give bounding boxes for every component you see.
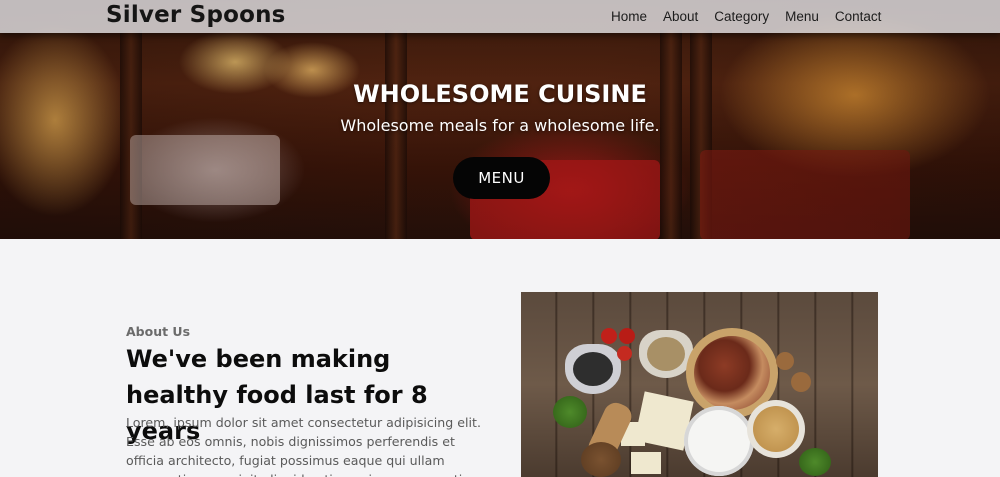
nav-home[interactable]: Home (611, 9, 647, 24)
main-nav: Home About Category Menu Contact (611, 9, 897, 24)
food-milk-glass (684, 406, 754, 476)
nav-category[interactable]: Category (714, 9, 769, 24)
about-eyebrow: About Us (126, 324, 191, 339)
food-bowl (647, 337, 685, 371)
food-bowl (753, 406, 799, 452)
nav-about[interactable]: About (663, 9, 698, 24)
brand-logo[interactable]: Silver Spoons (106, 2, 286, 28)
food-bowl (694, 336, 770, 410)
food-broccoli (553, 396, 587, 428)
food-tomato (617, 346, 632, 361)
food-walnut (791, 372, 811, 392)
hero-title: WHOLESOME CUISINE (353, 80, 647, 108)
food-cereal (581, 442, 621, 477)
food-broccoli (799, 448, 831, 476)
food-walnut (776, 352, 794, 370)
hero-menu-button[interactable]: MENU (453, 157, 550, 199)
nav-contact[interactable]: Contact (835, 9, 882, 24)
about-food-image (521, 292, 878, 477)
food-tomato (619, 328, 635, 344)
hero-subtitle: Wholesome meals for a wholesome life. (340, 116, 660, 135)
food-tofu (631, 452, 661, 474)
about-body-text: Lorem, ipsum dolor sit amet consectetur … (126, 415, 487, 477)
food-tomato (601, 328, 617, 344)
food-bowl (573, 352, 613, 386)
top-navbar: Silver Spoons Home About Category Menu C… (0, 0, 1000, 33)
nav-menu[interactable]: Menu (785, 9, 819, 24)
